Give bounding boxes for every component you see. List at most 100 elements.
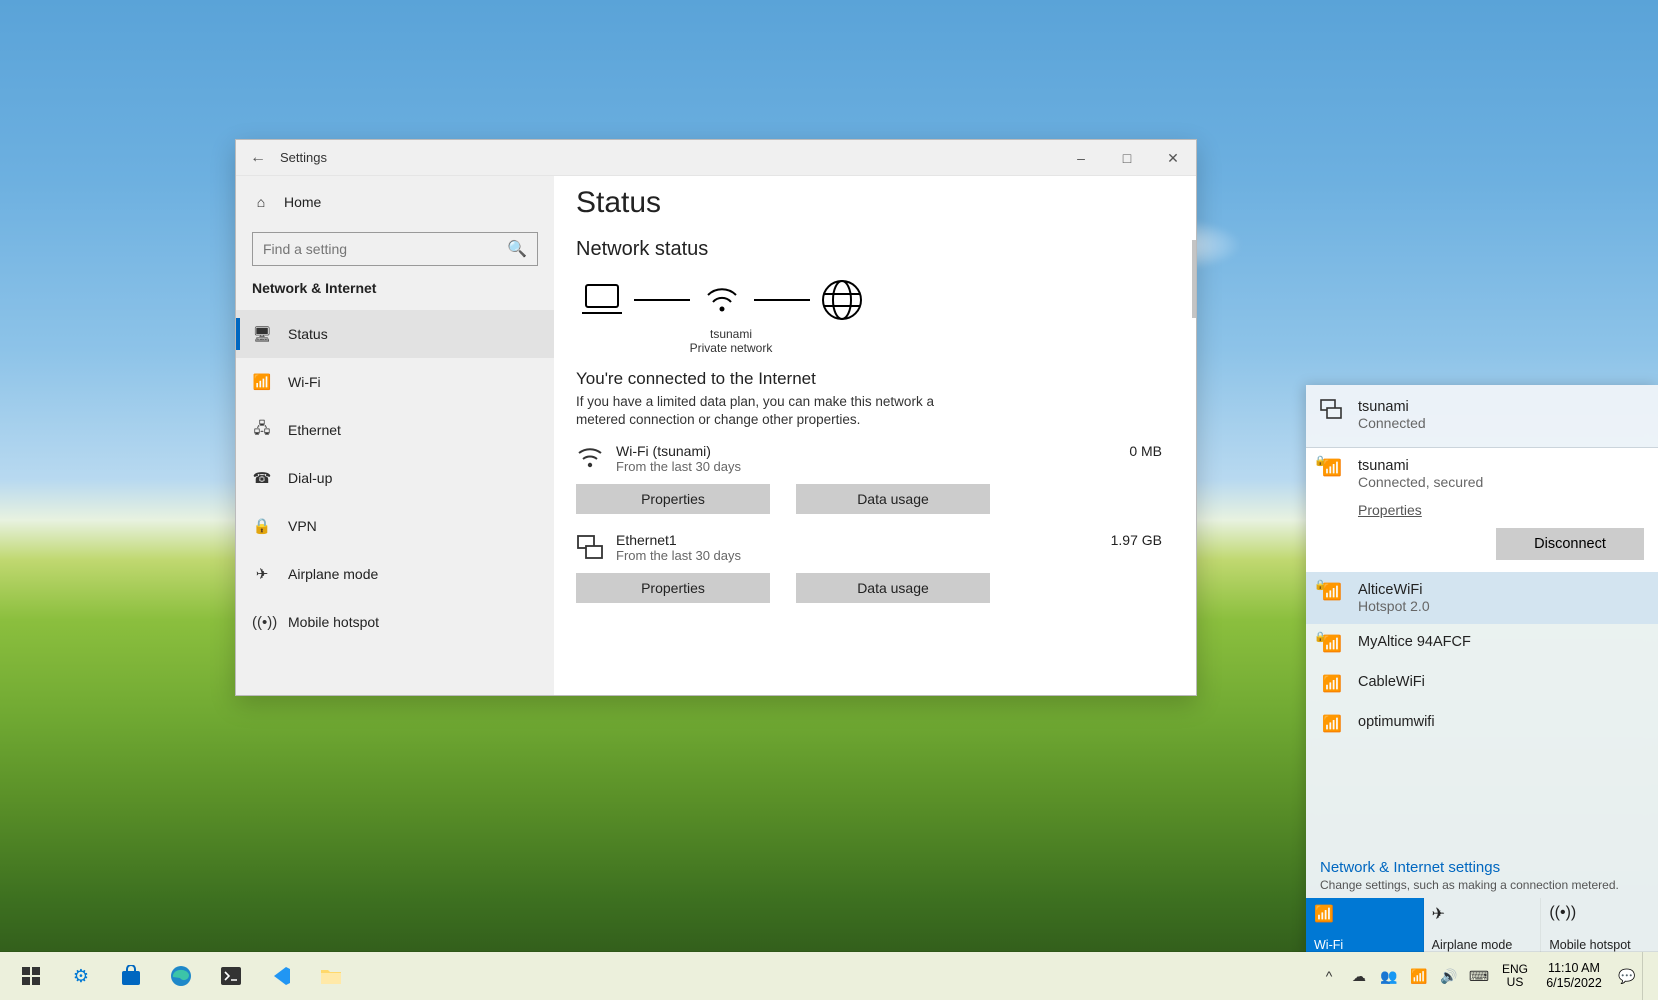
settings-category: Network & Internet	[236, 280, 554, 310]
flyout-network-0[interactable]: 🔒📶AlticeWiFiHotspot 2.0	[1306, 572, 1658, 624]
wifi-icon: 🔒📶	[1320, 458, 1344, 490]
laptop-icon	[576, 279, 628, 321]
airplane-icon: ✈	[1432, 904, 1533, 924]
nav-item-hotspot[interactable]: ((•))Mobile hotspot	[236, 598, 554, 646]
tile-wifi[interactable]: 📶Wi-Fi	[1306, 898, 1424, 958]
tray-network-icon[interactable]: 📶	[1404, 952, 1434, 1000]
taskbar-edge[interactable]	[156, 952, 206, 1000]
nav-item-status[interactable]: 🖥Status	[236, 310, 554, 358]
minimize-button[interactable]: –	[1058, 140, 1104, 176]
wifi-icon: 📶	[1320, 674, 1344, 694]
taskbar-terminal[interactable]	[206, 952, 256, 1000]
lock-icon: 🔒	[1314, 456, 1326, 467]
connected-desc: If you have a limited data plan, you can…	[576, 393, 976, 429]
flyout-network-3[interactable]: 📶optimumwifi	[1306, 704, 1658, 744]
network-diagram	[576, 279, 1176, 321]
tile-airplane[interactable]: ✈Airplane mode	[1424, 898, 1542, 958]
tray-action-center[interactable]: 💬	[1612, 952, 1642, 1000]
flyout-connected-header[interactable]: tsunami Connected	[1306, 385, 1658, 448]
flyout-footer-hint: Change settings, such as making a connec…	[1320, 878, 1644, 892]
network-settings-link[interactable]: Network & Internet settings	[1320, 859, 1644, 876]
show-desktop[interactable]	[1642, 952, 1652, 1000]
disconnect-button[interactable]: Disconnect	[1496, 528, 1644, 560]
status-icon: 🖥	[252, 325, 272, 343]
flyout-network-2[interactable]: 📶CableWiFi	[1306, 664, 1658, 704]
dialup-icon: ☎	[252, 469, 272, 487]
data-usage-button[interactable]: Data usage	[796, 484, 990, 514]
adapter-0: Wi-Fi (tsunami)From the last 30 days0 MB…	[576, 443, 1176, 514]
wifi-router-icon	[696, 279, 748, 321]
connected-title: You're connected to the Internet	[576, 369, 1176, 389]
airplane-icon: ✈	[252, 565, 272, 583]
hotspot-icon: ((•))	[1549, 904, 1650, 922]
home-link[interactable]: ⌂ Home	[236, 186, 554, 218]
home-icon: ⌂	[252, 194, 270, 210]
flyout-connected-name: tsunami	[1358, 399, 1426, 415]
nav-item-airplane[interactable]: ✈Airplane mode	[236, 550, 554, 598]
flyout-properties-link[interactable]: Properties	[1358, 502, 1644, 518]
lock-icon: 🔒	[1314, 580, 1326, 591]
maximize-button[interactable]: □	[1104, 140, 1150, 176]
diagram-caption: tsunami Private network	[576, 327, 886, 355]
taskbar-settings[interactable]: ⚙	[56, 952, 106, 1000]
titlebar: ← Settings – □ ✕	[236, 140, 1196, 176]
network-flyout: tsunami Connected 🔒📶 tsunami Connected, …	[1306, 385, 1658, 958]
section-title: Network status	[576, 238, 1176, 261]
tray-onedrive-icon[interactable]: ☁	[1344, 952, 1374, 1000]
properties-button[interactable]: Properties	[576, 484, 770, 514]
scrollbar-thumb[interactable]	[1192, 240, 1196, 318]
ethernet-icon: 🖧	[252, 418, 272, 443]
taskbar: ⚙ ^ ☁ 👥 📶 🔊 ⌨ ENG US 11:10 AM 6/15/2022 …	[0, 952, 1658, 1000]
flyout-footer: Network & Internet settings Change setti…	[1306, 849, 1658, 898]
ethernet-icon	[576, 532, 616, 560]
close-button[interactable]: ✕	[1150, 140, 1196, 176]
wifi-icon: 🔒📶	[1320, 582, 1344, 602]
properties-button[interactable]: Properties	[576, 573, 770, 603]
nav-item-wifi[interactable]: 📶Wi-Fi	[236, 358, 554, 406]
data-usage-button[interactable]: Data usage	[796, 573, 990, 603]
search-box[interactable]: 🔍	[252, 232, 538, 266]
nav-list: 🖥Status📶Wi-Fi🖧Ethernet☎Dial-up🔒VPN✈Airpl…	[236, 310, 554, 646]
content-pane: Status Network status tsunami Private ne…	[554, 176, 1196, 695]
wifi-icon: 🔒📶	[1320, 634, 1344, 654]
tray-meetnow-icon[interactable]: 👥	[1374, 952, 1404, 1000]
nav-item-ethernet[interactable]: 🖧Ethernet	[236, 406, 554, 454]
vpn-icon: 🔒	[252, 517, 272, 535]
flyout-connected-status: Connected	[1358, 415, 1426, 431]
search-icon: 🔍	[507, 239, 527, 259]
wifi-icon: 📶	[1314, 904, 1415, 924]
flyout-quick-tiles: 📶Wi-Fi✈Airplane mode((•))Mobile hotspot	[1306, 898, 1658, 958]
back-button[interactable]: ←	[236, 149, 280, 167]
flyout-network-list: 🔒📶 tsunami Connected, secured Properties…	[1306, 448, 1658, 849]
flyout-current-network[interactable]: 🔒📶 tsunami Connected, secured Properties…	[1306, 448, 1658, 572]
tile-hotspot[interactable]: ((•))Mobile hotspot	[1541, 898, 1658, 958]
nav-item-vpn[interactable]: 🔒VPN	[236, 502, 554, 550]
home-label: Home	[284, 194, 321, 210]
adapter-usage: 1.97 GB	[1111, 532, 1176, 548]
adapter-usage: 0 MB	[1129, 443, 1176, 459]
wifi-icon	[576, 443, 616, 469]
adapter-1: Ethernet1From the last 30 days1.97 GBPro…	[576, 532, 1176, 603]
sidebar: ⌂ Home 🔍 Network & Internet 🖥Status📶Wi-F…	[236, 176, 554, 695]
hotspot-icon: ((•))	[252, 614, 272, 631]
page-title: Status	[576, 186, 1176, 220]
taskbar-explorer[interactable]	[306, 952, 356, 1000]
tray-language[interactable]: ENG US	[1494, 963, 1536, 989]
tray-volume-icon[interactable]: 🔊	[1434, 952, 1464, 1000]
search-input[interactable]	[263, 241, 507, 257]
settings-window: ← Settings – □ ✕ ⌂ Home 🔍 Network & Inte…	[235, 139, 1197, 696]
tray-overflow[interactable]: ^	[1314, 952, 1344, 1000]
globe-icon	[816, 279, 868, 321]
wifi-icon: 📶	[1320, 714, 1344, 734]
wifi-icon: 📶	[252, 373, 272, 391]
nav-item-dialup[interactable]: ☎Dial-up	[236, 454, 554, 502]
window-title: Settings	[280, 150, 327, 165]
taskbar-store[interactable]	[106, 952, 156, 1000]
tray-ime-icon[interactable]: ⌨	[1464, 952, 1494, 1000]
ethernet-connected-icon	[1320, 399, 1344, 431]
system-tray: ^ ☁ 👥 📶 🔊 ⌨ ENG US 11:10 AM 6/15/2022 💬	[1314, 952, 1652, 1000]
start-button[interactable]	[6, 952, 56, 1000]
tray-clock[interactable]: 11:10 AM 6/15/2022	[1536, 961, 1612, 991]
taskbar-vscode[interactable]	[256, 952, 306, 1000]
flyout-network-1[interactable]: 🔒📶MyAltice 94AFCF	[1306, 624, 1658, 664]
